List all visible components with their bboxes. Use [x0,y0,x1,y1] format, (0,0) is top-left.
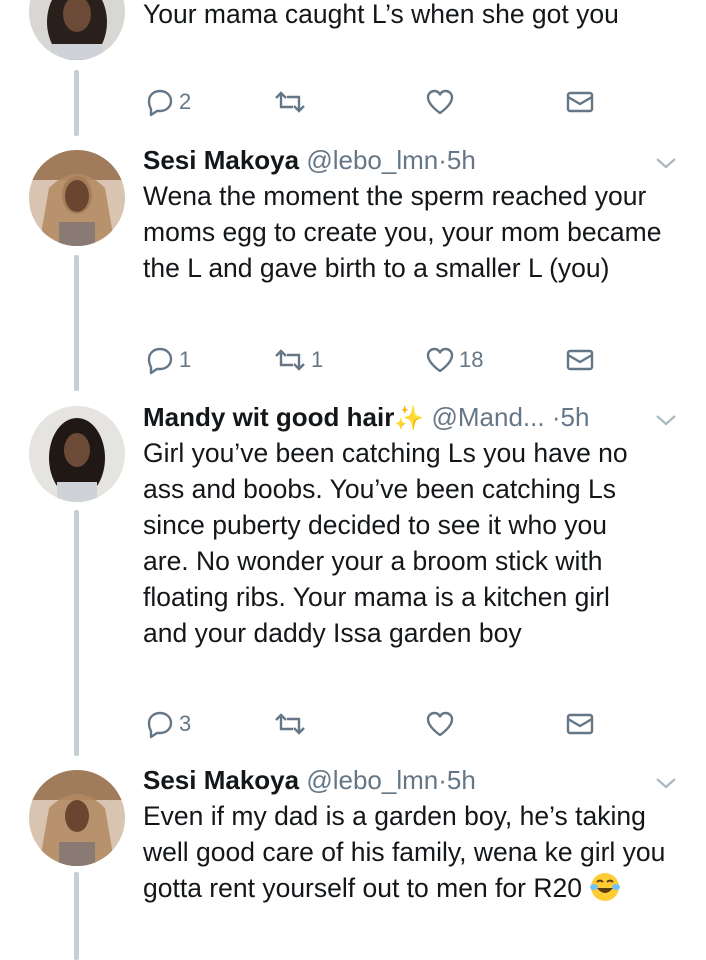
thread-line [74,70,79,136]
tweet[interactable]: Sesi Makoya @lebo_lmn·5h Even if my dad … [143,762,682,912]
avatar[interactable] [29,406,125,502]
retweet-button[interactable] [273,706,311,742]
reply-icon [145,345,175,375]
chevron-down-icon[interactable] [654,403,678,426]
display-name[interactable]: Sesi Makoya [143,145,299,175]
laughing-tears-emoji-icon [589,871,621,912]
avatar[interactable] [29,0,125,60]
tweet[interactable]: Your mama caught L’s when she got you 2 [143,0,682,117]
user-handle[interactable]: @lebo_lmn [306,765,438,795]
reply-icon [145,709,175,739]
like-count: 18 [459,347,484,372]
timestamp[interactable]: 5h [447,765,476,795]
timestamp[interactable]: 5h [447,145,476,175]
reply-count: 2 [179,89,192,114]
avatar[interactable] [29,770,125,866]
retweet-count: 1 [311,347,324,372]
reply-count: 3 [179,711,192,736]
display-name[interactable]: Sesi Makoya [143,765,299,795]
retweet-icon [273,709,307,739]
chevron-down-icon[interactable] [654,146,678,169]
reply-icon [145,87,175,117]
display-name[interactable]: Mandy wit good hair [143,402,394,432]
direct-message-button[interactable] [565,342,595,378]
tweet[interactable]: Sesi Makoya @lebo_lmn·5h Wena the moment… [143,142,682,375]
heart-icon [425,709,455,739]
thread-line [74,255,79,391]
user-handle[interactable]: @lebo_lmn [306,145,438,175]
tweet-text: Your mama caught L’s when she got you [143,0,619,29]
user-handle[interactable]: @Mand... [431,402,544,432]
retweet-button[interactable]: 1 [273,342,323,378]
tweet-text: Even if my dad is a garden boy, he’s tak… [143,798,668,912]
separator-dot: · [438,145,447,175]
envelope-icon [565,711,595,737]
reply-button[interactable]: 1 [145,342,191,378]
direct-message-button[interactable] [565,706,595,742]
thread-line [74,872,79,960]
separator-dot: · [438,765,447,795]
retweet-icon [273,345,307,375]
retweet-button[interactable] [273,84,311,120]
timestamp[interactable]: 5h [560,402,589,432]
envelope-icon [565,347,595,373]
envelope-icon [565,89,595,115]
tweet-text-content: Even if my dad is a garden boy, he’s tak… [143,801,666,903]
reply-button[interactable]: 3 [145,706,191,742]
tweet-header: Mandy wit good hair✨ @Mand... ·5h [143,399,682,435]
tweet-header: Sesi Makoya @lebo_lmn·5h [143,142,682,178]
heart-icon [425,87,455,117]
sparkle-icon: ✨ [394,405,425,432]
tweet[interactable]: Mandy wit good hair✨ @Mand... ·5h Girl y… [143,399,682,739]
like-button[interactable] [425,706,459,742]
like-button[interactable] [425,84,459,120]
direct-message-button[interactable] [565,84,595,120]
reply-button[interactable]: 2 [145,84,191,120]
like-button[interactable]: 18 [425,342,483,378]
tweet-text: Girl you’ve been catching Ls you have no… [143,438,628,648]
tweet-text: Wena the moment the sperm reached your m… [143,181,662,283]
heart-icon [425,345,455,375]
retweet-icon [273,87,307,117]
avatar[interactable] [29,150,125,246]
reply-count: 1 [179,347,192,372]
tweet-actions: 3 [143,706,603,742]
tweet-header: Sesi Makoya @lebo_lmn·5h [143,762,682,798]
tweet-actions: 1 1 18 [143,342,603,378]
chevron-down-icon[interactable] [654,766,678,789]
thread-line [74,510,79,756]
tweet-actions: 2 [143,84,603,120]
